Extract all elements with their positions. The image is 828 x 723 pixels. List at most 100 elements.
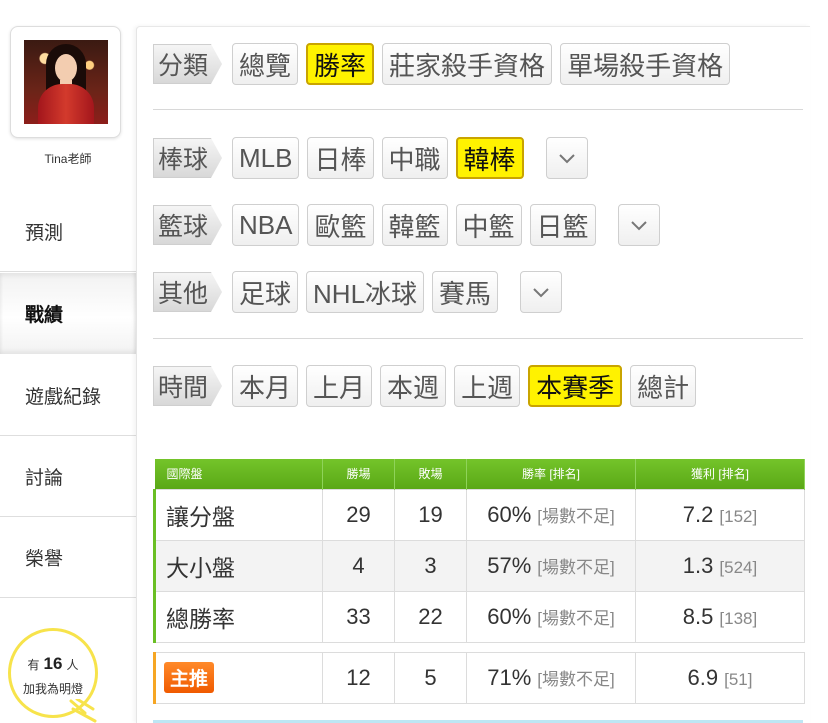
filter-option[interactable]: 總計: [630, 365, 697, 407]
filter-option[interactable]: 總覽: [232, 43, 299, 85]
chevron-down-icon: [533, 288, 549, 298]
filter-label-time: 時間: [153, 366, 223, 406]
column-header: 敗場: [394, 459, 467, 489]
filter-option[interactable]: 中職: [381, 137, 448, 179]
filter-option[interactable]: 上月: [306, 365, 373, 407]
wins-cell: 12: [322, 651, 395, 704]
losses-cell: 22: [394, 590, 467, 643]
filter-option[interactable]: 單場殺手資格: [560, 43, 731, 85]
nav-item-label: 榮譽: [25, 548, 64, 570]
losses-cell: 3: [394, 539, 467, 592]
nav-item-label: 討論: [25, 467, 64, 489]
avatar[interactable]: [10, 26, 121, 138]
featured-label-cell: 主推: [153, 651, 323, 704]
nav-item-predict[interactable]: 預測: [0, 191, 136, 272]
filter-option[interactable]: 上週: [454, 365, 521, 407]
profit-cell: 1.3 [524]: [635, 539, 805, 592]
lamp-follow-button[interactable]: 有 16 人 加我為明燈: [8, 628, 98, 723]
filter-label-basketball: 籃球: [153, 205, 223, 245]
nav-item-label: 預測: [25, 222, 64, 244]
filter-option-selected[interactable]: 本賽季: [528, 365, 623, 407]
sidebar: Tina老師 預測 戰績 遊戲紀錄 討論 榮譽 有 16 人 加我為明燈: [0, 0, 136, 723]
profit-rank: [152]: [719, 506, 758, 526]
filter-option[interactable]: 歐籃: [307, 204, 374, 246]
main-panel: 分類 總覽 勝率 莊家殺手資格 單場殺手資格 棒球 MLB 日棒 中職 韓棒 籃…: [136, 26, 810, 723]
username: Tina老師: [44, 152, 92, 166]
table-row: 總勝率 33 22 60% [場數不足] 8.5 [138]: [153, 590, 805, 643]
column-header: 勝率 [排名]: [466, 459, 636, 489]
lamp-count: 16: [43, 654, 63, 673]
filter-option[interactable]: 本週: [380, 365, 447, 407]
wins-cell: 4: [322, 539, 395, 592]
filter-row-basketball: 籃球 NBA 歐籃 韓籃 中籃 日籃: [153, 204, 660, 246]
profit-value: 6.9: [687, 664, 719, 690]
column-header: 勝場: [322, 459, 395, 489]
filter-option[interactable]: 本月: [232, 365, 299, 407]
chevron-down-icon: [558, 154, 575, 164]
nav-item-label: 戰績: [25, 305, 64, 326]
rate-note: [場數不足]: [537, 669, 615, 689]
profit-cell: 7.2 [152]: [635, 488, 805, 541]
filter-option[interactable]: MLB: [232, 137, 300, 179]
filter-option[interactable]: NHL冰球: [306, 271, 425, 313]
wins-cell: 29: [322, 488, 395, 541]
table-row-featured: 主推 12 5 71% [場數不足] 6.9 [51]: [153, 651, 805, 704]
rate-cell: 60% [場數不足]: [466, 488, 636, 541]
rate-cell: 57% [場數不足]: [466, 539, 636, 592]
nav-item-game-log[interactable]: 遊戲紀錄: [0, 355, 136, 436]
nav-item-record[interactable]: 戰績: [0, 273, 136, 354]
profit-value: 7.2: [682, 501, 714, 527]
lamp-caption: 加我為明燈: [22, 682, 83, 696]
profit-rank: [138]: [719, 608, 758, 628]
wins-cell: 33: [322, 590, 395, 643]
filter-option[interactable]: 日籃: [529, 204, 596, 246]
expand-dropdown-button[interactable]: [617, 204, 660, 246]
lamp-count-line: 有 16 人: [11, 654, 95, 674]
stats-table: 國際盤 勝場 敗場 勝率 [排名] 獲利 [排名] 讓分盤 29 19 60%[…: [153, 459, 805, 704]
row-label: 讓分盤: [153, 488, 323, 541]
rate-cell: 60% [場數不足]: [466, 590, 636, 643]
expand-dropdown-button[interactable]: [545, 137, 588, 179]
filter-option[interactable]: 莊家殺手資格: [382, 43, 553, 85]
rate-value: 60%: [487, 603, 532, 629]
rate-note: [場數不足]: [537, 557, 615, 577]
row-label: 大小盤: [153, 539, 323, 592]
table-row: 讓分盤 29 19 60% [場數不足] 7.2 [152]: [153, 488, 805, 541]
nav-item-honors[interactable]: 榮譽: [0, 517, 136, 598]
lamp-prefix: 有: [27, 658, 40, 672]
rate-cell: 71% [場數不足]: [466, 651, 636, 704]
filter-option[interactable]: 韓籃: [381, 204, 448, 246]
profit-cell: 6.9 [51]: [635, 651, 805, 704]
losses-cell: 5: [394, 651, 467, 704]
avatar-image: [24, 40, 108, 124]
expand-dropdown-button[interactable]: [520, 271, 563, 313]
filter-row-time: 時間 本月 上月 本週 上週 本賽季 總計: [153, 365, 704, 407]
rate-value: 71%: [487, 664, 532, 690]
profit-value: 1.3: [682, 552, 714, 578]
profit-rank: [51]: [724, 669, 753, 689]
filter-option[interactable]: 足球: [232, 271, 299, 313]
chevron-down-icon: [630, 221, 647, 231]
rate-value: 60%: [487, 501, 532, 527]
profit-cell: 8.5 [138]: [635, 590, 805, 643]
filter-option[interactable]: 中籃: [455, 204, 522, 246]
filter-row-baseball: 棒球 MLB 日棒 中職 韓棒: [153, 137, 588, 179]
filter-label-baseball: 棒球: [153, 138, 223, 178]
row-label: 總勝率: [153, 590, 323, 643]
filter-row-category: 分類 總覽 勝率 莊家殺手資格 單場殺手資格: [153, 43, 738, 85]
table-spacer: [154, 642, 805, 652]
filter-option-selected[interactable]: 勝率: [306, 43, 375, 85]
filter-option[interactable]: 日棒: [307, 137, 374, 179]
filter-option-selected[interactable]: 韓棒: [455, 137, 524, 179]
losses-cell: 19: [394, 488, 467, 541]
profit-rank: [524]: [719, 557, 758, 577]
filter-option[interactable]: 賽馬: [432, 271, 499, 313]
rate-note: [場數不足]: [537, 506, 615, 526]
filter-label-category: 分類: [153, 44, 223, 84]
column-header: 國際盤: [154, 459, 323, 489]
rate-value: 57%: [487, 552, 532, 578]
nav-item-discussion[interactable]: 討論: [0, 436, 136, 517]
lamp-rays-icon: [69, 699, 97, 723]
filter-option[interactable]: NBA: [232, 204, 300, 246]
lamp-suffix: 人: [66, 658, 79, 672]
